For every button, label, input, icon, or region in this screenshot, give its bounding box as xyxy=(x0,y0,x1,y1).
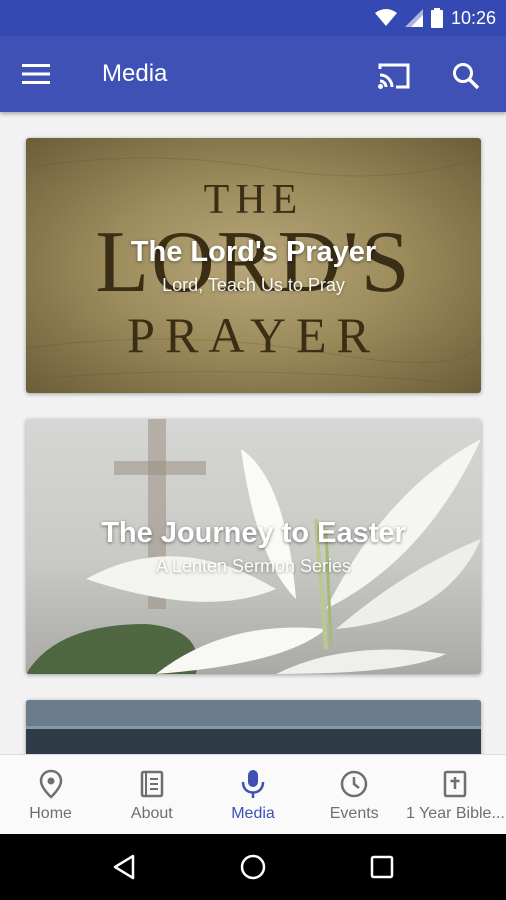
nav-item-about[interactable]: About xyxy=(101,755,202,834)
nav-item-events[interactable]: Events xyxy=(304,755,405,834)
nav-label-about: About xyxy=(130,805,173,822)
bible-icon xyxy=(444,770,467,798)
system-navigation-bar xyxy=(0,834,506,900)
status-icons: 10:26 xyxy=(374,6,496,30)
cast-icon xyxy=(378,63,410,89)
map-pin-icon xyxy=(39,769,62,799)
search-icon xyxy=(453,63,480,90)
nav-label-home: Home xyxy=(29,805,72,822)
back-triangle-icon xyxy=(114,854,135,880)
menu-button[interactable] xyxy=(14,52,58,96)
search-button[interactable] xyxy=(444,54,488,98)
status-time: 10:26 xyxy=(450,7,496,28)
app-bar: Media xyxy=(0,36,506,112)
wifi-icon xyxy=(374,9,397,26)
microphone-icon xyxy=(241,770,265,798)
clock-icon xyxy=(340,770,368,798)
battery-icon xyxy=(430,8,443,28)
media-card-journey-to-easter[interactable]: The Journey to Easter A Lenten Sermon Se… xyxy=(26,419,481,674)
media-title: The Journey to Easter xyxy=(101,516,406,549)
nav-label-events: Events xyxy=(329,805,379,822)
nav-label-bible: 1 Year Bible... xyxy=(406,805,505,822)
cell-signal-icon xyxy=(404,9,423,27)
recents-button[interactable] xyxy=(360,845,404,889)
home-circle-icon xyxy=(240,854,266,880)
menu-icon xyxy=(22,64,50,84)
recents-square-icon xyxy=(370,855,393,879)
media-title: The Lord's Prayer xyxy=(130,235,377,268)
sea-artwork xyxy=(26,700,481,754)
status-bar: 10:26 xyxy=(0,0,506,36)
nav-item-bible[interactable]: 1 Year Bible... xyxy=(405,755,506,834)
nav-item-media[interactable]: Media xyxy=(202,755,303,834)
cast-button[interactable] xyxy=(372,54,416,98)
media-card-third[interactable] xyxy=(26,700,481,754)
back-button[interactable] xyxy=(102,845,146,889)
book-icon xyxy=(140,770,164,798)
media-list[interactable]: THE LORD'S PRAYER The Lord's Prayer Lord… xyxy=(0,112,506,754)
home-button[interactable] xyxy=(231,845,275,889)
media-subtitle: A Lenten Sermon Series xyxy=(155,555,352,576)
nav-label-media: Media xyxy=(231,805,275,822)
bottom-navigation: Home About Media Events 1 Year Bible... xyxy=(0,754,506,834)
media-card-lords-prayer[interactable]: THE LORD'S PRAYER The Lord's Prayer Lord… xyxy=(26,138,481,393)
nav-item-home[interactable]: Home xyxy=(0,755,101,834)
page-title: Media xyxy=(102,60,168,87)
media-subtitle: Lord, Teach Us to Pray xyxy=(162,274,345,295)
